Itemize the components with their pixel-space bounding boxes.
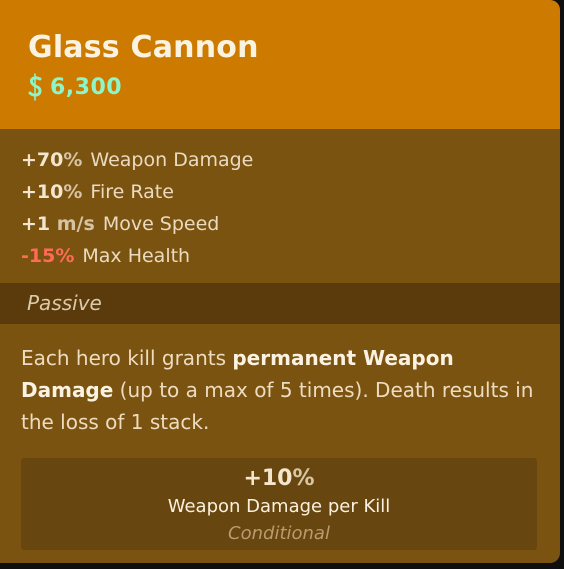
- passive-bonus-condition: Conditional: [228, 523, 330, 544]
- passive-description: Each hero kill grants permanent Weapon D…: [0, 324, 560, 456]
- passive-bonus-label: Weapon Damage per Kill: [167, 496, 391, 517]
- stat-weapon-damage: +70% Weapon Damage: [21, 144, 560, 176]
- stat-unit: %: [55, 245, 75, 267]
- stat-amount: +1: [21, 213, 51, 235]
- passive-heading: Passive: [0, 283, 560, 324]
- item-cost: 6,300: [28, 70, 560, 104]
- stat-label: Weapon Damage: [90, 149, 254, 171]
- passive-bonus-unit: %: [292, 466, 315, 491]
- stat-label: Max Health: [82, 245, 191, 267]
- stat-list: +70% Weapon Damage +10% Fire Rate +1 m/s Mo…: [0, 129, 560, 283]
- passive-desc-intro: Each hero kill grants: [21, 346, 233, 370]
- item-name: Glass Cannon: [28, 30, 259, 65]
- item-cost-value: 6,300: [50, 74, 123, 100]
- passive-bonus-amount: +10: [243, 466, 293, 491]
- stat-max-health: -15% Max Health: [21, 240, 560, 272]
- passive-bonus-value: +10%: [21, 464, 537, 494]
- stat-amount: +10: [21, 181, 64, 203]
- item-tooltip-card: Glass Cannon 6,300 +70% Weapon Damage +10…: [0, 0, 560, 563]
- stat-unit: %: [63, 181, 83, 203]
- stat-label: Move Speed: [102, 213, 220, 235]
- stat-label: Fire Rate: [90, 181, 174, 203]
- stat-unit: %: [63, 149, 83, 171]
- souls-currency-icon: [28, 73, 42, 101]
- stat-move-speed: +1 m/s Move Speed: [21, 208, 560, 240]
- stat-amount: -15: [21, 245, 56, 267]
- stat-unit: m/s: [50, 213, 95, 235]
- stat-amount: +70: [21, 149, 64, 171]
- passive-bonus-box: +10% Weapon Damage per Kill Conditional: [21, 458, 537, 550]
- stat-fire-rate: +10% Fire Rate: [21, 176, 560, 208]
- item-header: Glass Cannon 6,300: [0, 0, 560, 129]
